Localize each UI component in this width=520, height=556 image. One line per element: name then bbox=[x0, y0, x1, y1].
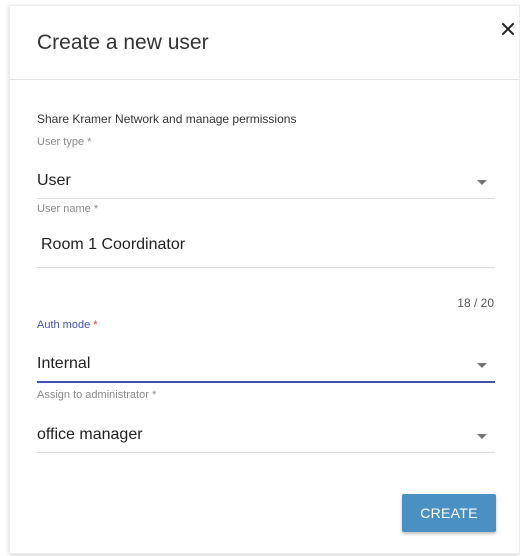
dialog-description: Share Kramer Network and manage permissi… bbox=[37, 112, 297, 126]
user-name-required-mark: * bbox=[93, 203, 99, 215]
assign-admin-value: office manager bbox=[37, 426, 143, 443]
chevron-down-icon bbox=[477, 363, 487, 368]
user-name-input[interactable]: Room 1 Coordinator bbox=[37, 227, 495, 268]
user-name-label: User name * bbox=[37, 203, 98, 215]
dialog-title: Create a new user bbox=[37, 31, 209, 54]
assign-admin-label: Assign to administrator * bbox=[37, 389, 156, 401]
chevron-down-icon bbox=[477, 434, 487, 439]
close-icon[interactable] bbox=[497, 18, 519, 40]
auth-mode-required-mark: * bbox=[93, 319, 98, 331]
user-name-label-text: User name bbox=[37, 203, 91, 215]
create-user-dialog: Create a new user Share Kramer Network a… bbox=[9, 5, 520, 554]
assign-admin-label-text: Assign to administrator bbox=[37, 389, 149, 401]
auth-mode-value: Internal bbox=[37, 355, 91, 372]
user-name-value: Room 1 Coordinator bbox=[41, 236, 186, 253]
auth-mode-label-text: Auth mode bbox=[37, 319, 91, 331]
chevron-down-icon bbox=[477, 180, 487, 185]
user-type-label: User type * bbox=[37, 136, 91, 148]
assign-admin-select[interactable]: office manager bbox=[37, 424, 495, 453]
character-counter: 18 / 20 bbox=[457, 296, 494, 310]
user-type-select[interactable]: User bbox=[37, 170, 495, 199]
user-type-required-mark: * bbox=[87, 136, 92, 148]
dialog-header: Create a new user bbox=[10, 6, 519, 80]
user-type-label-text: User type bbox=[37, 136, 85, 148]
user-type-value: User bbox=[37, 172, 71, 189]
close-icon-glyph bbox=[502, 23, 514, 35]
assign-admin-required-mark: * bbox=[151, 389, 157, 401]
auth-mode-select[interactable]: Internal bbox=[37, 353, 495, 383]
create-button[interactable]: CREATE bbox=[402, 494, 496, 532]
auth-mode-label: Auth mode * bbox=[37, 319, 98, 331]
